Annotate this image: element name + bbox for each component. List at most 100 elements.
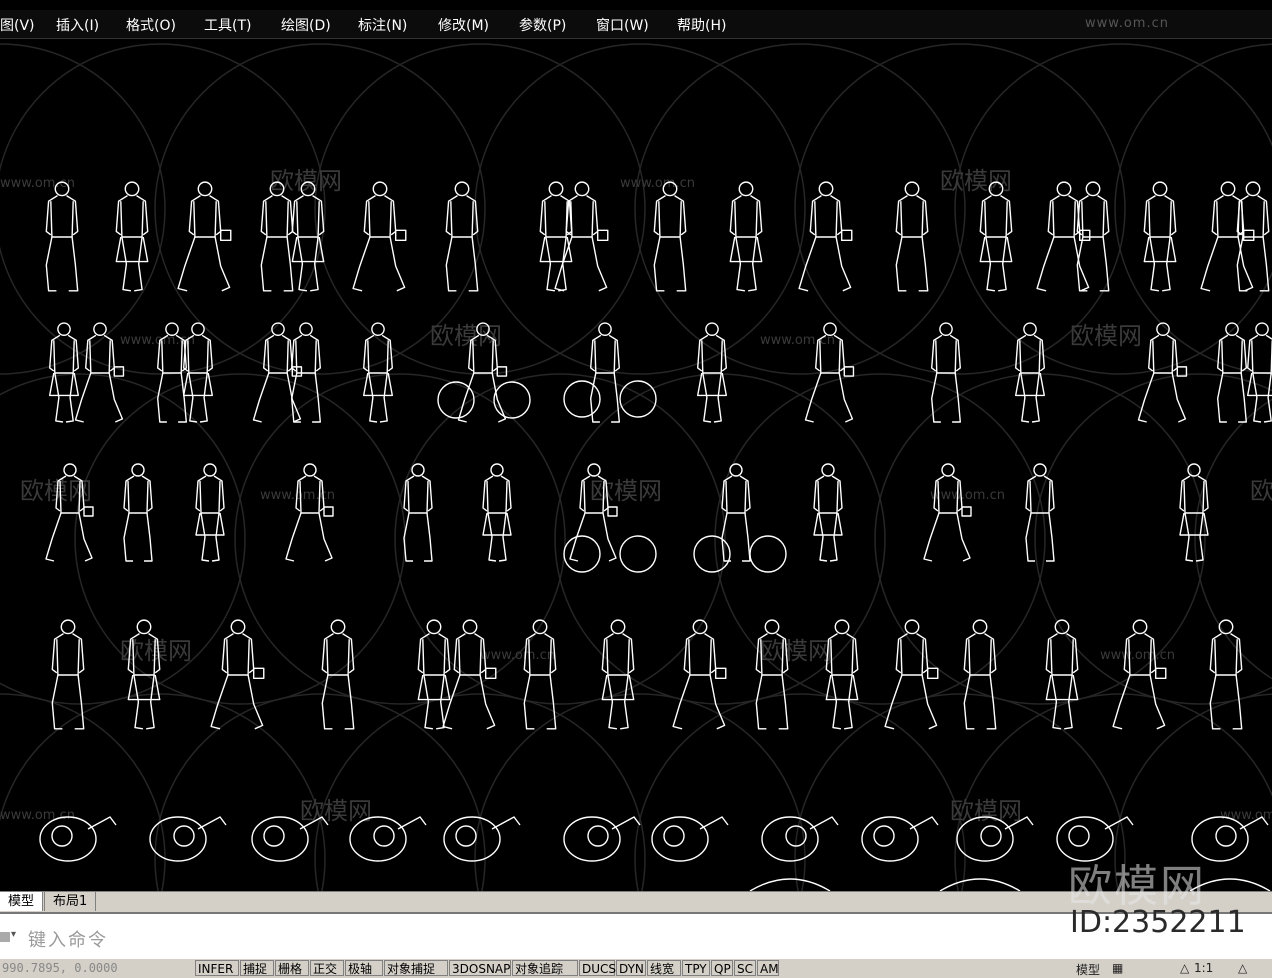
watermark-text: 欧模网 <box>1070 322 1142 350</box>
bicycle-wheel <box>563 380 601 418</box>
tab-model[interactable]: 模型 <box>0 892 44 911</box>
person-figure <box>1143 181 1177 292</box>
menu-item-parametric[interactable]: 参数(P) <box>519 15 566 35</box>
menu-item-help[interactable]: 帮助(H) <box>677 15 726 35</box>
watermark-circle <box>634 693 966 891</box>
person-figure <box>177 181 232 292</box>
annotation-visibility-icon[interactable]: △ <box>1238 961 1247 975</box>
person-figure <box>539 181 573 292</box>
top-view-arm <box>397 816 427 830</box>
watermark-circle <box>554 373 886 705</box>
watermark-id: ID:2352211 <box>1070 905 1246 940</box>
person-figure <box>729 181 763 292</box>
bicycle-wheel <box>563 535 601 573</box>
watermark-circle <box>0 693 166 891</box>
person-figure <box>45 181 79 292</box>
top-view-body <box>861 816 919 862</box>
status-otrack-button[interactable]: 对象追踪 <box>512 960 578 976</box>
top-view-head <box>1215 825 1237 847</box>
person-figure <box>813 463 843 562</box>
person-figure <box>260 181 294 292</box>
status-snap-button[interactable]: 捕捉 <box>240 960 274 976</box>
person-figure <box>195 463 225 562</box>
person-figure <box>895 181 929 292</box>
menu-item-tools[interactable]: 工具(T) <box>204 15 251 35</box>
person-figure <box>798 181 853 292</box>
bicycle-wheel <box>749 535 787 573</box>
person-figure <box>285 463 334 562</box>
top-view-head <box>455 825 477 847</box>
cad-figures: 欧模网欧模网欧模网欧模网欧模网欧模网欧模网欧模网欧模网欧模网欧模网www.om.… <box>0 43 1272 891</box>
status-tpy-button[interactable]: TPY <box>682 960 710 976</box>
status-sc-button[interactable]: SC <box>734 960 756 976</box>
top-view-body <box>651 816 709 862</box>
menu-item-dimension[interactable]: 标注(N) <box>358 15 407 35</box>
command-handle-icon[interactable] <box>0 932 10 942</box>
umbrella-top <box>749 878 831 891</box>
person-figure <box>601 619 635 730</box>
drawing-canvas[interactable]: 欧模网欧模网欧模网欧模网欧模网欧模网欧模网欧模网欧模网欧模网欧模网www.om.… <box>0 39 1272 891</box>
watermark-circle <box>474 693 806 891</box>
person-figure <box>697 322 727 423</box>
person-figure <box>291 181 325 292</box>
top-view-head <box>51 825 73 847</box>
status-3dosnap-button[interactable]: 3DOSNAP <box>449 960 511 976</box>
person-figure <box>979 181 1013 292</box>
menu-item-format[interactable]: 格式(O) <box>126 15 176 35</box>
watermark-text: 欧模网 <box>760 637 832 665</box>
status-osnap-button[interactable]: 对象捕捉 <box>384 960 448 976</box>
menu-item-window[interactable]: 窗口(W) <box>596 15 649 35</box>
status-qp-button[interactable]: QP <box>711 960 733 976</box>
person-figure <box>1045 619 1079 730</box>
top-view-arm <box>611 816 641 830</box>
tab-layout1[interactable]: 布局1 <box>44 892 97 911</box>
menu-item-insert[interactable]: 插入(I) <box>56 15 99 35</box>
status-ortho-button[interactable]: 正交 <box>310 960 344 976</box>
chevron-down-icon[interactable]: ▾ <box>11 929 16 940</box>
top-view-head <box>663 825 685 847</box>
person-figure <box>51 619 85 730</box>
person-figure <box>74 322 125 423</box>
menu-item-view[interactable]: 图(V) <box>0 15 35 35</box>
person-figure <box>923 463 972 562</box>
person-figure <box>115 181 149 292</box>
status-grid-button[interactable]: 栅格 <box>275 960 309 976</box>
top-view-head <box>587 825 609 847</box>
top-view-arm <box>87 816 117 830</box>
watermark-url: www.om.cn <box>480 648 555 663</box>
watermark-circle <box>0 43 166 375</box>
status-polar-button[interactable]: 极轴 <box>345 960 383 976</box>
annotation-scale-value[interactable]: 1:1 <box>1194 961 1213 975</box>
watermark-url: www.om.cn <box>1100 648 1175 663</box>
coordinate-readout: 990.7895, 0.0000 <box>2 961 118 975</box>
top-view-head <box>980 825 1002 847</box>
watermark-circle <box>474 43 806 375</box>
top-view-arm <box>909 816 939 830</box>
command-prompt[interactable]: 键入命令 <box>28 926 108 952</box>
menu-item-modify[interactable]: 修改(M) <box>438 15 489 35</box>
status-lineweight-button[interactable]: 线宽 <box>647 960 681 976</box>
top-view-body <box>349 816 407 862</box>
menu-bar: 图(V) 插入(I) 格式(O) 工具(T) 绘图(D) 标注(N) 修改(M)… <box>0 10 1272 39</box>
person-figure <box>123 463 153 562</box>
grid-icon[interactable]: ▦ <box>1112 961 1123 975</box>
watermark-text: 欧模网 <box>1250 477 1272 505</box>
person-figure <box>523 619 557 730</box>
status-infer-button[interactable]: INFER <box>195 960 239 976</box>
person-figure <box>1076 181 1110 292</box>
bicycle-wheel <box>437 381 475 419</box>
status-ducs-button[interactable]: DUCS <box>579 960 616 976</box>
top-view-arm <box>491 816 521 830</box>
top-view-body <box>443 816 501 862</box>
person-figure <box>482 463 512 562</box>
top-view-head <box>873 825 895 847</box>
annotation-scale-icon[interactable]: △ <box>1180 961 1189 975</box>
status-dyn-button[interactable]: DYN <box>616 960 646 976</box>
person-figure <box>445 181 479 292</box>
watermark-url: www.om.cn <box>0 808 75 823</box>
status-am-button[interactable]: AM <box>757 960 779 976</box>
menu-item-draw[interactable]: 绘图(D) <box>281 15 331 35</box>
watermark-url: www.om.cn <box>930 488 1005 503</box>
person-figure <box>653 181 687 292</box>
status-model-label[interactable]: 模型 <box>1076 961 1100 978</box>
